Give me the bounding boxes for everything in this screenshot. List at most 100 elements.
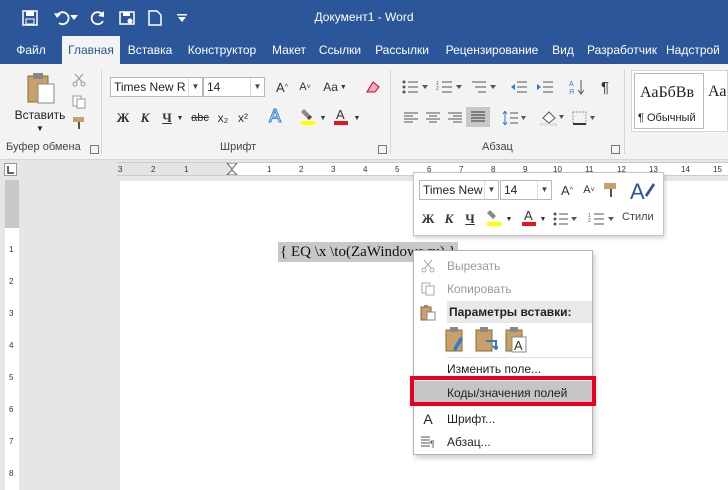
minibar-underline-button[interactable]: Ч bbox=[459, 209, 481, 229]
minibar-shrink-font-button[interactable]: A ˅ bbox=[578, 180, 600, 200]
tab-review[interactable]: Рецензирование bbox=[438, 36, 546, 64]
tab-file[interactable]: Файл bbox=[8, 36, 54, 64]
svg-text:2: 2 bbox=[9, 277, 14, 286]
font-group-label: Шрифт bbox=[220, 141, 257, 153]
clipboard-launcher-icon[interactable] bbox=[90, 145, 99, 154]
change-case-label: Aa bbox=[323, 80, 338, 94]
tab-developer[interactable]: Разработчик bbox=[580, 36, 664, 64]
align-center-icon[interactable] bbox=[422, 108, 444, 128]
minibar-bullets-icon[interactable] bbox=[552, 209, 578, 229]
chevron-down-icon[interactable]: ▼ bbox=[537, 181, 551, 199]
italic-button[interactable]: К bbox=[134, 108, 156, 128]
subscript-button[interactable]: x₂ bbox=[212, 108, 234, 128]
minibar-size-combo[interactable]: 14 ▼ bbox=[500, 180, 552, 200]
grow-font-button[interactable]: A ^ bbox=[271, 77, 293, 97]
paste-dropdown-icon: ▼ bbox=[36, 124, 44, 133]
tab-addins[interactable]: Надстрой bbox=[666, 36, 728, 64]
font-launcher-icon[interactable] bbox=[378, 145, 387, 154]
minibar-numbering-icon[interactable]: 12 bbox=[586, 209, 616, 229]
highlight-dropdown-icon[interactable]: ▼ bbox=[318, 108, 328, 128]
menu-item-paragraph[interactable]: ¶ Абзац... bbox=[414, 430, 592, 454]
context-menu: Вырезать Копировать Параметры вставки: A… bbox=[413, 250, 593, 455]
shading-icon[interactable] bbox=[538, 108, 566, 128]
paste-merge-format-icon[interactable] bbox=[474, 327, 500, 353]
style-preview-2[interactable]: Аа bbox=[708, 83, 726, 101]
minibar-format-painter-icon[interactable] bbox=[600, 180, 622, 200]
tab-layout[interactable]: Макет bbox=[266, 36, 312, 64]
style-normal[interactable]: АаБбВв ¶ Обычный bbox=[634, 73, 704, 129]
clear-format-icon[interactable] bbox=[362, 77, 384, 97]
paste-text-only-icon[interactable]: A bbox=[504, 327, 530, 353]
svg-text:3: 3 bbox=[118, 165, 123, 174]
tab-references[interactable]: Ссылки bbox=[314, 36, 366, 64]
minibar-font-color-dropdown-icon[interactable]: ▼ bbox=[538, 209, 548, 229]
tab-design[interactable]: Конструктор bbox=[180, 36, 264, 64]
group-separator bbox=[101, 70, 102, 154]
menu-item-font[interactable]: A Шрифт... bbox=[414, 407, 592, 431]
minibar-grow-font-button[interactable]: A ^ bbox=[556, 180, 578, 200]
vertical-ruler[interactable]: 1 2 3 4 5 6 7 8 bbox=[5, 180, 19, 490]
menu-item-copy[interactable]: Копировать bbox=[414, 277, 592, 301]
minibar-bold-button[interactable]: Ж bbox=[417, 209, 439, 229]
minibar-size-value: 14 bbox=[504, 183, 518, 197]
font-size-combo[interactable]: 14 ▼ bbox=[203, 77, 265, 97]
shrink-font-button[interactable]: A ˅ bbox=[294, 77, 316, 97]
superscript-button[interactable]: x² bbox=[232, 108, 254, 128]
borders-icon[interactable] bbox=[570, 108, 598, 128]
numbering-icon[interactable]: 12 bbox=[434, 77, 464, 97]
underline-dropdown-icon[interactable]: ▼ bbox=[174, 108, 186, 128]
svg-text:8: 8 bbox=[9, 469, 14, 478]
font-color-dropdown-icon[interactable]: ▼ bbox=[352, 108, 362, 128]
menu-item-cut[interactable]: Вырезать bbox=[414, 254, 592, 278]
svg-text:¶: ¶ bbox=[430, 439, 435, 448]
svg-text:2: 2 bbox=[151, 165, 156, 174]
svg-text:4: 4 bbox=[9, 341, 14, 350]
text-effects-icon[interactable]: A bbox=[262, 105, 288, 126]
align-right-icon[interactable] bbox=[444, 108, 466, 128]
tab-insert[interactable]: Вставка bbox=[122, 36, 178, 64]
justify-icon[interactable] bbox=[466, 107, 490, 127]
chevron-down-icon[interactable]: ▼ bbox=[250, 78, 264, 96]
highlight-icon[interactable] bbox=[296, 106, 320, 126]
tab-view[interactable]: Вид bbox=[548, 36, 578, 64]
line-spacing-icon[interactable] bbox=[500, 108, 528, 128]
paste-icon bbox=[420, 305, 436, 321]
bullets-icon[interactable] bbox=[400, 77, 430, 97]
svg-text:14: 14 bbox=[681, 165, 690, 174]
scissors-icon bbox=[420, 258, 436, 274]
chevron-down-icon[interactable]: ▼ bbox=[484, 181, 498, 199]
tab-mailings[interactable]: Рассылки bbox=[368, 36, 436, 64]
bold-button[interactable]: Ж bbox=[112, 108, 134, 128]
format-painter-icon[interactable] bbox=[68, 113, 90, 133]
paste-icon bbox=[26, 72, 56, 107]
copy-icon[interactable] bbox=[68, 92, 90, 112]
tab-home[interactable]: Главная bbox=[62, 36, 120, 64]
cut-icon[interactable] bbox=[68, 70, 90, 90]
show-formatting-icon[interactable]: ¶ bbox=[594, 77, 616, 97]
svg-text:2: 2 bbox=[588, 218, 591, 224]
minibar-highlight-dropdown-icon[interactable]: ▼ bbox=[504, 209, 514, 229]
align-left-icon[interactable] bbox=[400, 108, 422, 128]
minibar-font-color-icon[interactable]: A bbox=[518, 207, 540, 227]
font-color-icon[interactable]: A bbox=[330, 106, 352, 126]
minibar-styles-icon[interactable]: A bbox=[626, 177, 658, 205]
sort-icon[interactable]: AЯ bbox=[566, 77, 588, 97]
svg-text:4: 4 bbox=[363, 165, 368, 174]
minibar-italic-button[interactable]: К bbox=[438, 209, 460, 229]
multilevel-list-icon[interactable] bbox=[468, 77, 498, 97]
font-name-value: Times New R bbox=[114, 80, 186, 94]
minibar-highlight-icon[interactable] bbox=[482, 207, 506, 227]
window-title: Документ1 - Word bbox=[314, 10, 414, 24]
chevron-down-icon[interactable]: ▼ bbox=[188, 78, 202, 96]
change-case-button[interactable]: Aa ▼ bbox=[320, 77, 350, 97]
paragraph-launcher-icon[interactable] bbox=[611, 145, 620, 154]
strikethrough-button[interactable]: abc bbox=[188, 108, 212, 128]
paste-button[interactable]: Вставить ▼ bbox=[8, 70, 68, 133]
minibar-font-value: Times New bbox=[423, 183, 483, 197]
decrease-indent-icon[interactable] bbox=[508, 77, 530, 97]
font-name-combo[interactable]: Times New R ▼ bbox=[110, 77, 203, 97]
tab-selector[interactable] bbox=[4, 163, 17, 176]
minibar-font-combo[interactable]: Times New ▼ bbox=[419, 180, 499, 200]
increase-indent-icon[interactable] bbox=[534, 77, 556, 97]
paste-keep-source-icon[interactable] bbox=[444, 327, 470, 353]
